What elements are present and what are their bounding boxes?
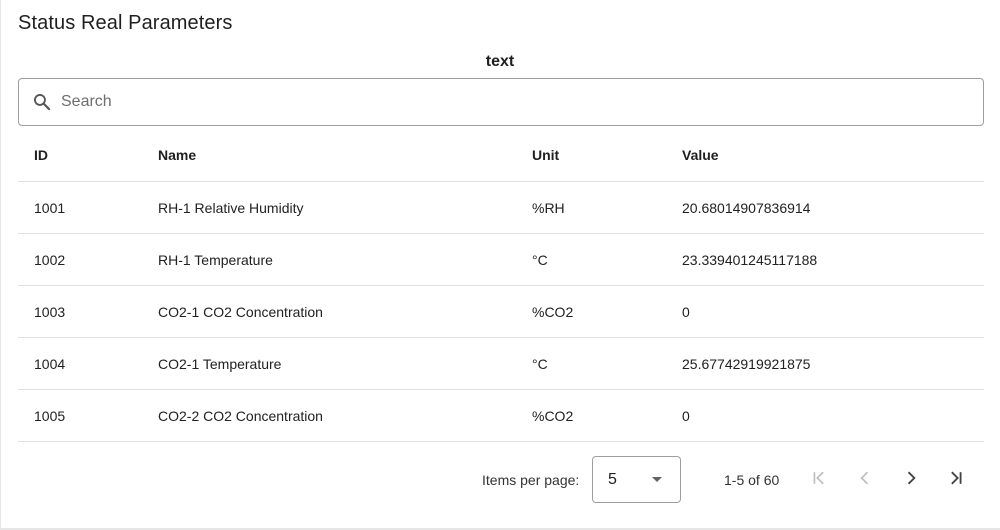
table-row[interactable]: 1004 CO2-1 Temperature °C 25.67742919921… bbox=[18, 337, 984, 390]
chevron-left-icon bbox=[855, 468, 875, 493]
cell-name: CO2-2 CO2 Concentration bbox=[142, 389, 516, 442]
cell-unit: %RH bbox=[516, 181, 666, 234]
table-row[interactable]: 1001 RH-1 Relative Humidity %RH 20.68014… bbox=[18, 181, 984, 234]
frame-left-border bbox=[0, 0, 1, 530]
paginator: Items per page: 5 1-5 of 60 bbox=[18, 452, 984, 508]
previous-page-button[interactable] bbox=[849, 464, 881, 496]
items-per-page-label: Items per page: bbox=[482, 472, 580, 488]
cell-value: 0 bbox=[666, 285, 984, 338]
status-real-parameters-page: Status Real Parameters text ID Name Unit… bbox=[0, 0, 1000, 530]
cell-id: 1004 bbox=[18, 337, 142, 390]
cell-unit: °C bbox=[516, 337, 666, 390]
cell-id: 1005 bbox=[18, 389, 142, 442]
cell-unit: °C bbox=[516, 233, 666, 286]
search-field[interactable] bbox=[18, 78, 984, 126]
first-page-button[interactable] bbox=[803, 464, 835, 496]
cell-id: 1003 bbox=[18, 285, 142, 338]
items-per-page-select[interactable]: 5 bbox=[592, 456, 681, 503]
column-header-unit: Unit bbox=[516, 128, 666, 182]
search-input[interactable] bbox=[61, 82, 941, 122]
table-row[interactable]: 1003 CO2-1 CO2 Concentration %CO2 0 bbox=[18, 285, 984, 338]
last-page-icon bbox=[946, 468, 966, 493]
column-header-id: ID bbox=[18, 128, 142, 182]
cell-value: 20.68014907836914 bbox=[666, 181, 984, 234]
cell-value: 25.67742919921875 bbox=[666, 337, 984, 390]
cell-id: 1001 bbox=[18, 181, 142, 234]
cell-name: RH-1 Temperature bbox=[142, 233, 516, 286]
next-page-button[interactable] bbox=[895, 464, 927, 496]
section-label: text bbox=[485, 53, 515, 70]
column-header-value: Value bbox=[666, 128, 984, 182]
cell-unit: %CO2 bbox=[516, 389, 666, 442]
page-title: Status Real Parameters bbox=[18, 12, 233, 34]
items-per-page-value: 5 bbox=[608, 471, 617, 488]
cell-value: 0 bbox=[666, 389, 984, 442]
parameters-table: ID Name Unit Value 1001 RH-1 Relative Hu… bbox=[18, 128, 984, 442]
table-row[interactable]: 1005 CO2-2 CO2 Concentration %CO2 0 bbox=[18, 389, 984, 442]
cell-name: CO2-1 Temperature bbox=[142, 337, 516, 390]
range-label: 1-5 of 60 bbox=[724, 472, 780, 488]
cell-name: CO2-1 CO2 Concentration bbox=[142, 285, 516, 338]
cell-unit: %CO2 bbox=[516, 285, 666, 338]
table-header-row: ID Name Unit Value bbox=[18, 128, 984, 182]
cell-name: RH-1 Relative Humidity bbox=[142, 181, 516, 234]
arrow-drop-down-icon bbox=[652, 477, 662, 482]
chevron-right-icon bbox=[901, 468, 921, 493]
first-page-icon bbox=[809, 468, 829, 493]
search-icon bbox=[30, 90, 54, 114]
last-page-button[interactable] bbox=[940, 464, 972, 496]
cell-id: 1002 bbox=[18, 233, 142, 286]
column-header-name: Name bbox=[142, 128, 516, 182]
table-row[interactable]: 1002 RH-1 Temperature °C 23.339401245117… bbox=[18, 233, 984, 286]
cell-value: 23.339401245117188 bbox=[666, 233, 984, 286]
